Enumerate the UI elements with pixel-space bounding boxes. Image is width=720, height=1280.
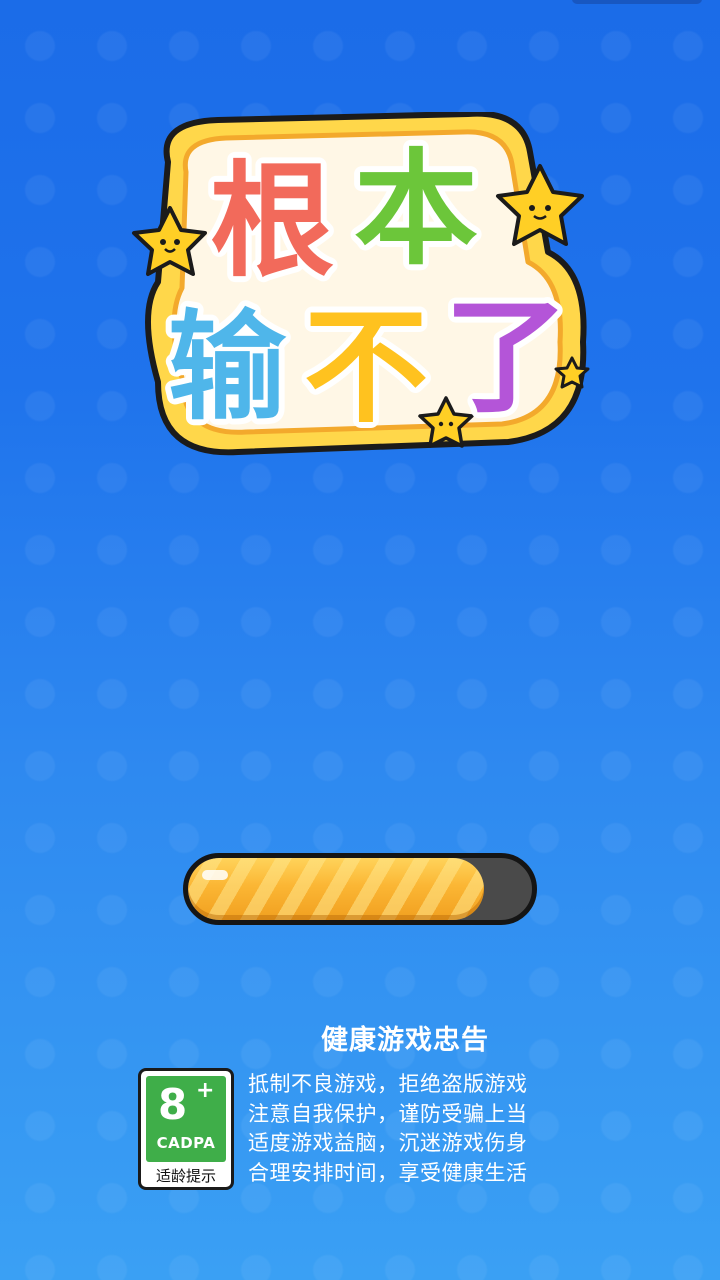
logo-char-1: 根: [210, 150, 334, 294]
age-rating-plus: +: [196, 1078, 215, 1103]
age-rating-number: 8: [158, 1080, 188, 1129]
age-rating-green-panel: 8 + CADPA: [146, 1076, 226, 1162]
age-rating-badge: 8 + CADPA 适龄提示: [138, 1068, 234, 1190]
advisory-line: 抵制不良游戏，拒绝盗版游戏: [248, 1072, 528, 1096]
age-rating-org: CADPA: [156, 1134, 216, 1152]
age-rating-caption: 适龄提示: [155, 1167, 216, 1185]
logo-char-5: 了: [444, 286, 568, 430]
loading-screen: 根 本 输 不 了 健康游戏忠告 8 + CADPA 适龄提示 抵制不良游戏，拒…: [0, 0, 720, 1280]
logo-char-3: 输: [168, 298, 287, 436]
advisory-line: 注意自我保护，谨防受骗上当: [248, 1101, 528, 1126]
progress-shine: [202, 870, 228, 880]
loading-progress-bar: [183, 853, 537, 925]
game-logo: 根 本 输 不 了: [128, 112, 594, 462]
advisory-title: 健康游戏忠告: [321, 1025, 489, 1056]
logo-char-2: 本: [354, 138, 478, 282]
advisory-line: 合理安排时间，享受健康生活: [248, 1160, 528, 1185]
status-bar-hint: [572, 0, 702, 4]
loading-progress-fill: [188, 858, 484, 920]
advisory-line: 适度游戏益脑，沉迷游戏伤身: [248, 1131, 528, 1155]
logo-char-4: 不: [304, 296, 428, 440]
advisory-text: 抵制不良游戏，拒绝盗版游戏 注意自我保护，谨防受骗上当 适度游戏益脑，沉迷游戏伤…: [248, 1070, 578, 1188]
